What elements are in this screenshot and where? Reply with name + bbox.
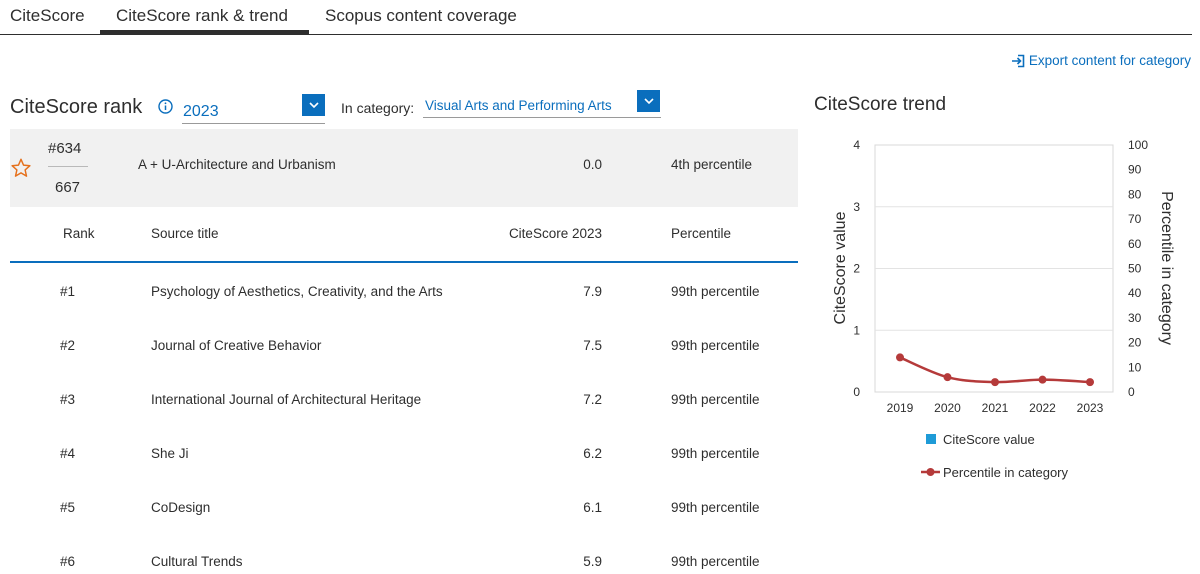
table-header-divider: [10, 261, 798, 263]
info-icon[interactable]: [158, 99, 173, 119]
legend-swatch-percentile-point: [926, 468, 935, 476]
row-percentile: 99th percentile: [671, 500, 760, 515]
row-citescore: 5.9: [583, 554, 602, 569]
export-label: Export content for category: [1028, 53, 1191, 68]
row-rank: #5: [60, 500, 76, 515]
y-tick-label: 3: [853, 200, 860, 214]
percentile-point: [1038, 375, 1047, 384]
y-tick-label: 2: [853, 262, 860, 276]
row-percentile: 99th percentile: [671, 284, 760, 299]
y2-tick-label: 60: [1128, 237, 1142, 251]
export-icon: [1011, 54, 1025, 68]
chevron-down-icon[interactable]: [637, 90, 660, 112]
category-label: In category:: [341, 100, 415, 116]
row-citescore: 7.5: [583, 338, 602, 353]
export-content-link[interactable]: Export content for category: [1011, 53, 1191, 68]
row-rank: #1: [60, 284, 76, 299]
y-tick-label: 4: [853, 138, 860, 152]
y2-tick-label: 50: [1128, 262, 1142, 276]
y2-tick-label: 20: [1128, 336, 1142, 350]
row-source-title[interactable]: CoDesign: [151, 500, 210, 515]
column-header-source-title: Source title: [151, 226, 219, 241]
y2-axis-label: Percentile in category: [1158, 191, 1175, 345]
row-percentile: 99th percentile: [671, 554, 760, 569]
row-percentile: 99th percentile: [671, 338, 760, 353]
row-source-title[interactable]: Psychology of Aesthetics, Creativity, an…: [151, 284, 443, 299]
row-percentile: 99th percentile: [671, 392, 760, 407]
x-tick-label: 2020: [934, 401, 961, 415]
highlight-percentile: 4th percentile: [671, 157, 753, 172]
y2-tick-label: 80: [1128, 187, 1142, 201]
category-select[interactable]: Visual Arts and Performing Arts: [423, 90, 661, 118]
column-header-percentile: Percentile: [671, 226, 732, 241]
divider: [48, 166, 88, 167]
table-row[interactable]: #2 Journal of Creative Behavior 7.5 99th…: [10, 318, 798, 372]
highlight-total: 667: [55, 179, 81, 196]
y2-tick-label: 100: [1128, 138, 1148, 152]
tab-scopus-content-coverage[interactable]: Scopus content coverage: [325, 6, 517, 26]
citescore-trend-title: CiteScore trend: [814, 94, 947, 115]
legend-percentile-in-category: Percentile in category: [943, 465, 1069, 480]
row-source-title[interactable]: Cultural Trends: [151, 554, 243, 569]
row-citescore: 6.2: [583, 446, 602, 461]
y2-tick-label: 70: [1128, 212, 1142, 226]
row-percentile: 99th percentile: [671, 446, 760, 461]
row-citescore: 7.2: [583, 392, 602, 407]
row-rank: #3: [60, 392, 76, 407]
percentile-point: [991, 378, 999, 387]
citescore-rank-title: CiteScore rank: [10, 96, 143, 118]
table-row[interactable]: #3 International Journal of Architectura…: [10, 372, 798, 426]
y2-tick-label: 90: [1128, 163, 1142, 177]
tab-bar: CiteScore CiteScore rank & trend Scopus …: [0, 0, 1192, 35]
percentile-point: [896, 353, 904, 362]
highlight-source-title: A + U-Architecture and Urbanism: [138, 157, 336, 172]
tab-citescore-rank-trend[interactable]: CiteScore rank & trend: [116, 6, 288, 26]
active-tab-indicator: [100, 30, 309, 34]
row-citescore: 6.1: [583, 500, 602, 515]
y2-tick-label: 0: [1128, 385, 1135, 399]
y2-tick-label: 30: [1128, 311, 1142, 325]
column-header-rank: Rank: [63, 226, 95, 241]
column-header-citescore: CiteScore 2023: [508, 226, 602, 241]
highlight-citescore: 0.0: [583, 157, 602, 172]
chevron-down-icon[interactable]: [302, 94, 325, 116]
y-tick-label: 1: [853, 323, 860, 337]
year-value: 2023: [183, 103, 219, 120]
row-rank: #6: [60, 554, 76, 569]
tab-citescore[interactable]: CiteScore: [10, 6, 85, 26]
category-value: Visual Arts and Performing Arts: [425, 98, 612, 113]
row-rank: #4: [60, 446, 76, 461]
star-icon: [10, 157, 32, 184]
percentile-point: [1086, 378, 1094, 387]
percentile-point: [943, 373, 952, 382]
y2-tick-label: 40: [1128, 286, 1142, 300]
row-source-title[interactable]: Journal of Creative Behavior: [151, 338, 321, 353]
legend-swatch-citescore: [926, 434, 936, 444]
year-select[interactable]: 2023: [182, 94, 325, 124]
x-tick-label: 2021: [982, 401, 1009, 415]
table-row[interactable]: #6 Cultural Trends 5.9 99th percentile: [10, 534, 798, 574]
highlight-rank: #634: [48, 140, 82, 157]
row-citescore: 7.9: [583, 284, 602, 299]
legend-citescore-value: CiteScore value: [943, 432, 1035, 447]
y-tick-label: 0: [853, 385, 860, 399]
x-tick-label: 2023: [1077, 401, 1104, 415]
table-row[interactable]: #4 She Ji 6.2 99th percentile: [10, 426, 798, 480]
x-tick-label: 2022: [1029, 401, 1056, 415]
y2-tick-label: 10: [1128, 360, 1142, 374]
y-axis-label: CiteScore value: [832, 211, 849, 324]
row-source-title[interactable]: International Journal of Architectural H…: [151, 392, 421, 407]
table-row[interactable]: #1 Psychology of Aesthetics, Creativity,…: [10, 264, 798, 318]
x-tick-label: 2019: [887, 401, 914, 415]
row-rank: #2: [60, 338, 76, 353]
table-row[interactable]: #5 CoDesign 6.1 99th percentile: [10, 480, 798, 534]
highlighted-source-row[interactable]: #634 667 A + U-Architecture and Urbanism…: [10, 129, 798, 207]
citescore-trend-chart: 0123401020304050607080901002019 2020 2021 2…: [832, 138, 1175, 480]
row-source-title[interactable]: She Ji: [151, 446, 189, 461]
